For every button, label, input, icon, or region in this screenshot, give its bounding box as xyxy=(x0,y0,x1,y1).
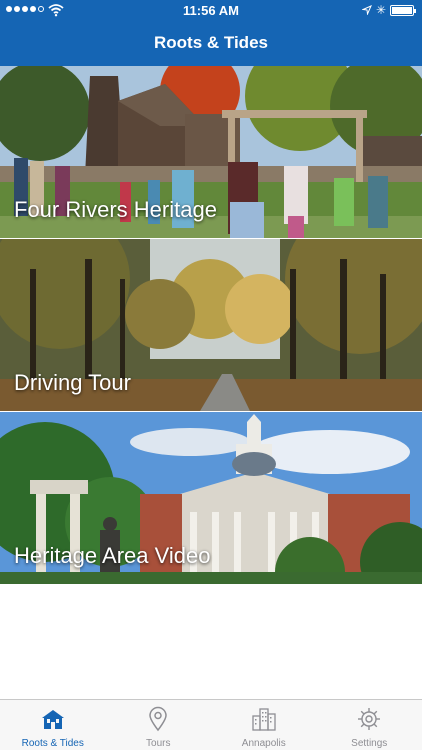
bluetooth-icon: ✳ xyxy=(375,3,386,17)
card-driving-tour[interactable]: Driving Tour xyxy=(0,239,422,411)
tab-label: Annapolis xyxy=(241,738,286,749)
page-title: Roots & Tides xyxy=(154,33,268,52)
location-arrow-icon xyxy=(362,5,372,15)
house-icon xyxy=(41,710,64,729)
card-label: Driving Tour xyxy=(14,370,131,395)
tab-annapolis[interactable]: Annapolis xyxy=(211,700,317,750)
tab-settings[interactable]: Settings xyxy=(317,700,422,750)
tab-label: Roots & Tides xyxy=(21,738,84,749)
card-heritage-area-video[interactable]: Heritage Area Video xyxy=(0,412,422,584)
card-label: Heritage Area Video xyxy=(14,543,211,568)
app-header: 11:56 AM ✳ Roots & Tides xyxy=(0,0,422,66)
card-label: Four Rivers Heritage xyxy=(14,197,217,222)
tab-label: Settings xyxy=(351,738,388,749)
tab-roots-and-tides[interactable]: Roots & Tides xyxy=(0,700,106,750)
status-bar: 11:56 AM ✳ xyxy=(0,0,422,22)
tab-tours[interactable]: Tours xyxy=(106,700,212,750)
status-time: 11:56 AM xyxy=(183,3,239,18)
card-four-rivers-heritage[interactable]: Four Rivers Heritage xyxy=(0,66,422,238)
gear-icon xyxy=(358,708,381,730)
tab-label: Tours xyxy=(146,738,171,749)
map-pin-icon xyxy=(149,706,168,732)
city-buildings-icon xyxy=(252,708,276,731)
tab-bar: Roots & Tides Tours Annapolis Settings xyxy=(0,699,422,750)
battery-icon xyxy=(390,5,416,16)
